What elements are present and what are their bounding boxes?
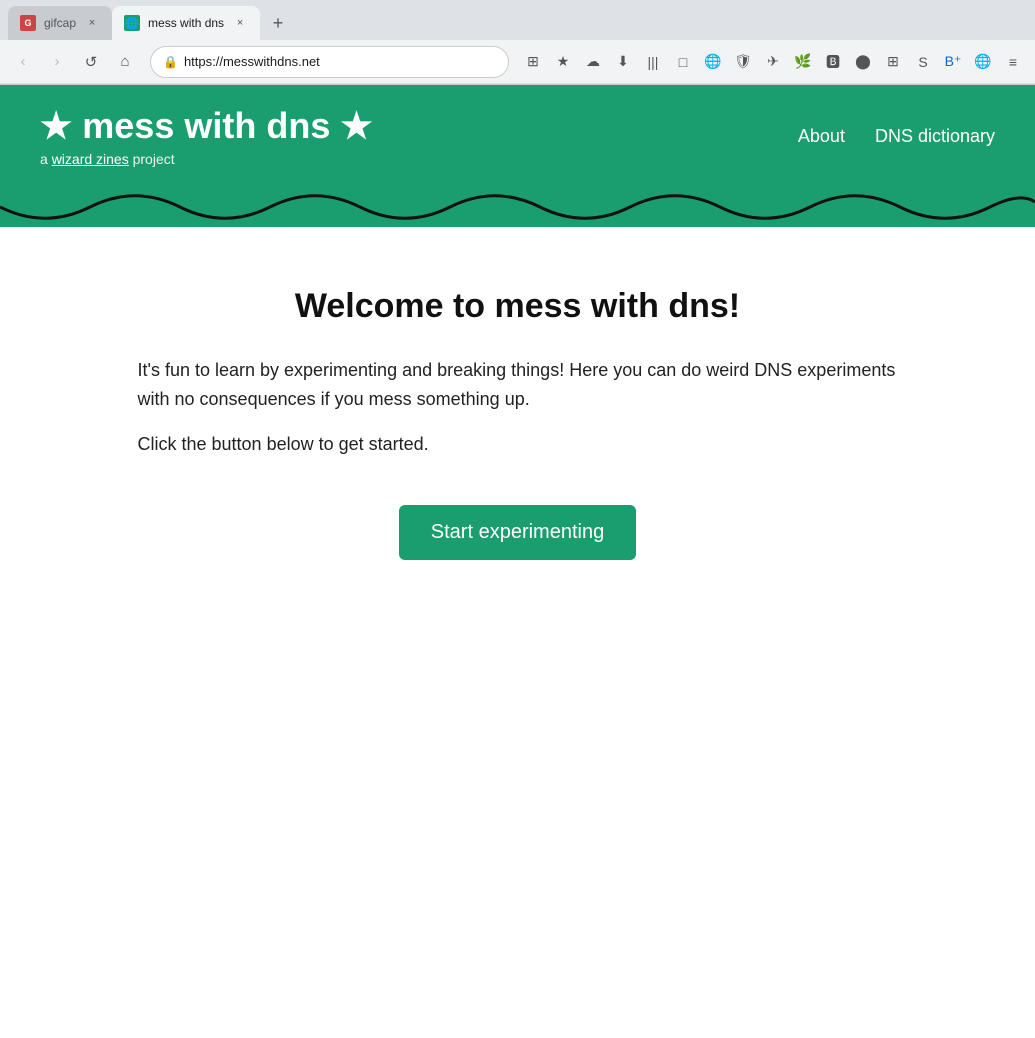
toolbar-pip-icon[interactable]: □ — [669, 48, 697, 76]
toolbar-reader-icon[interactable]: ||| — [639, 48, 667, 76]
wizard-zines-link[interactable]: wizard zines — [52, 151, 129, 167]
tab-favicon-gifcap: G — [20, 15, 36, 31]
website: ★ mess with dns ★ a wizard zines project… — [0, 85, 1035, 620]
site-title-area: ★ mess with dns ★ a wizard zines project — [40, 105, 373, 167]
site-title: ★ mess with dns ★ — [40, 105, 373, 147]
toolbar-shield-icon[interactable]: 🛡 — [729, 48, 757, 76]
tab-dns[interactable]: 🌐 mess with dns × — [112, 6, 260, 40]
back-button[interactable]: ‹ — [8, 47, 38, 77]
subtitle-pre: a — [40, 151, 52, 167]
toolbar-download-icon[interactable]: ⬇ — [609, 48, 637, 76]
welcome-title: Welcome to mess with dns! — [138, 287, 898, 326]
tab-close-gifcap[interactable]: × — [84, 15, 100, 31]
tab-close-dns[interactable]: × — [232, 15, 248, 31]
toolbar-ext6-icon[interactable]: S — [909, 48, 937, 76]
site-header: ★ mess with dns ★ a wizard zines project… — [0, 85, 1035, 187]
forward-button[interactable]: › — [42, 47, 72, 77]
tab-favicon-dns: 🌐 — [124, 15, 140, 31]
subtitle-post: project — [129, 151, 175, 167]
welcome-paragraph2: Click the button below to get started. — [138, 434, 898, 455]
toolbar-grid-icon[interactable]: ⊞ — [519, 48, 547, 76]
toolbar-ext3-icon[interactable]: 🅱 — [819, 48, 847, 76]
toolbar-pocket-icon[interactable]: ☁ — [579, 48, 607, 76]
main-content: Welcome to mess with dns! It's fun to le… — [118, 227, 918, 620]
site-subtitle: a wizard zines project — [40, 151, 373, 167]
tab-title-dns: mess with dns — [148, 16, 224, 30]
browser-chrome: G gifcap × 🌐 mess with dns × + ‹ › ↺ ⌂ 🔒… — [0, 0, 1035, 85]
toolbar-menu-icon[interactable]: ≡ — [999, 48, 1027, 76]
site-main: Welcome to mess with dns! It's fun to le… — [0, 227, 1035, 620]
about-link[interactable]: About — [798, 126, 845, 147]
toolbar-star-icon[interactable]: ★ — [549, 48, 577, 76]
toolbar-ext4-icon[interactable]: ⬤ — [849, 48, 877, 76]
address-bar[interactable]: 🔒 https://messwithdns.net — [150, 46, 509, 78]
address-text: https://messwithdns.net — [184, 54, 496, 69]
new-tab-button[interactable]: + — [264, 9, 292, 37]
welcome-paragraph1: It's fun to learn by experimenting and b… — [138, 356, 898, 414]
nav-bar: ‹ › ↺ ⌂ 🔒 https://messwithdns.net ⊞ ★ ☁ … — [0, 40, 1035, 84]
tab-title-gifcap: gifcap — [44, 16, 76, 30]
toolbar-ext7-icon[interactable]: B⁺ — [939, 48, 967, 76]
wavy-border — [0, 187, 1035, 227]
toolbar-translate-icon[interactable]: 🌐 — [699, 48, 727, 76]
toolbar-icons: ⊞ ★ ☁ ⬇ ||| □ 🌐 🛡 ✈ 🌿 🅱 ⬤ ⊞ S B⁺ 🌐 ≡ — [519, 48, 1027, 76]
tab-gifcap[interactable]: G gifcap × — [8, 6, 112, 40]
toolbar-ext1-icon[interactable]: ✈ — [759, 48, 787, 76]
home-button[interactable]: ⌂ — [110, 47, 140, 77]
site-nav: About DNS dictionary — [798, 126, 995, 147]
tab-bar: G gifcap × 🌐 mess with dns × + — [0, 0, 1035, 40]
reload-button[interactable]: ↺ — [76, 47, 106, 77]
toolbar-ext2-icon[interactable]: 🌿 — [789, 48, 817, 76]
toolbar-ext5-icon[interactable]: ⊞ — [879, 48, 907, 76]
toolbar-ext8-icon[interactable]: 🌐 — [969, 48, 997, 76]
lock-icon: 🔒 — [163, 55, 178, 69]
dns-dictionary-link[interactable]: DNS dictionary — [875, 126, 995, 147]
start-experimenting-button[interactable]: Start experimenting — [399, 505, 636, 560]
